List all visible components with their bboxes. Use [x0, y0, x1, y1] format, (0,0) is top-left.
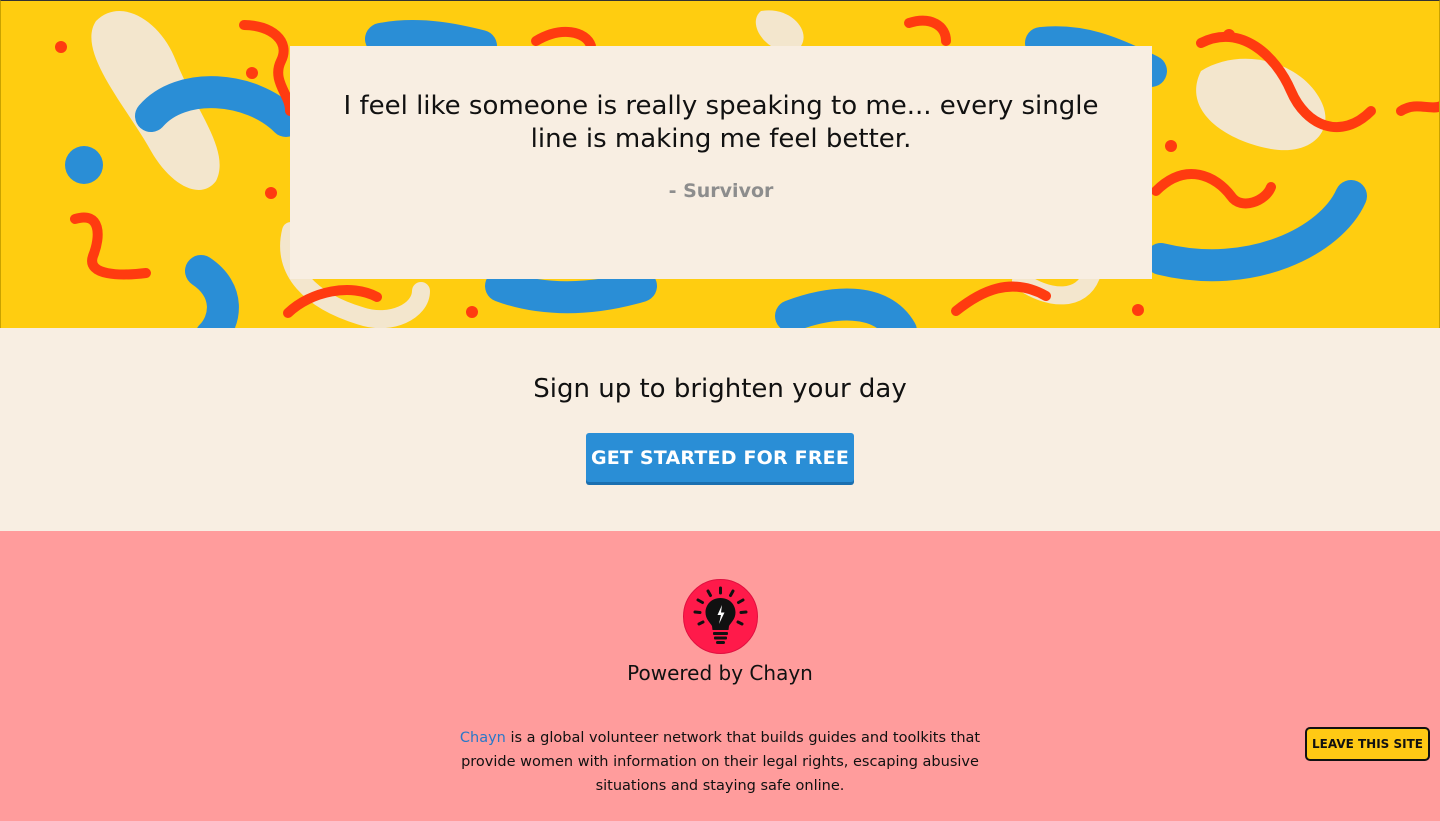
get-started-button[interactable]: GET STARTED FOR FREE: [586, 433, 854, 482]
testimonial-author: - Survivor: [668, 180, 774, 202]
chayn-link[interactable]: Chayn: [460, 730, 506, 746]
footer: Powered by Chayn Chayn is a global volun…: [0, 531, 1440, 821]
powered-by-label: Powered by Chayn: [627, 661, 813, 685]
about-description: is a global volunteer network that build…: [461, 729, 981, 794]
testimonial-quote: I feel like someone is really speaking t…: [343, 91, 1099, 154]
signup-heading: Sign up to brighten your day: [533, 374, 907, 404]
testimonial-card: I feel like someone is really speaking t…: [290, 46, 1152, 279]
leave-site-button[interactable]: LEAVE THIS SITE: [1305, 727, 1430, 761]
hero-banner: I feel like someone is really speaking t…: [0, 0, 1440, 328]
signup-section: Sign up to brighten your day GET STARTED…: [0, 328, 1440, 531]
lightbulb-icon: [683, 579, 758, 654]
about-text: Chayn is a global volunteer network that…: [450, 726, 990, 798]
